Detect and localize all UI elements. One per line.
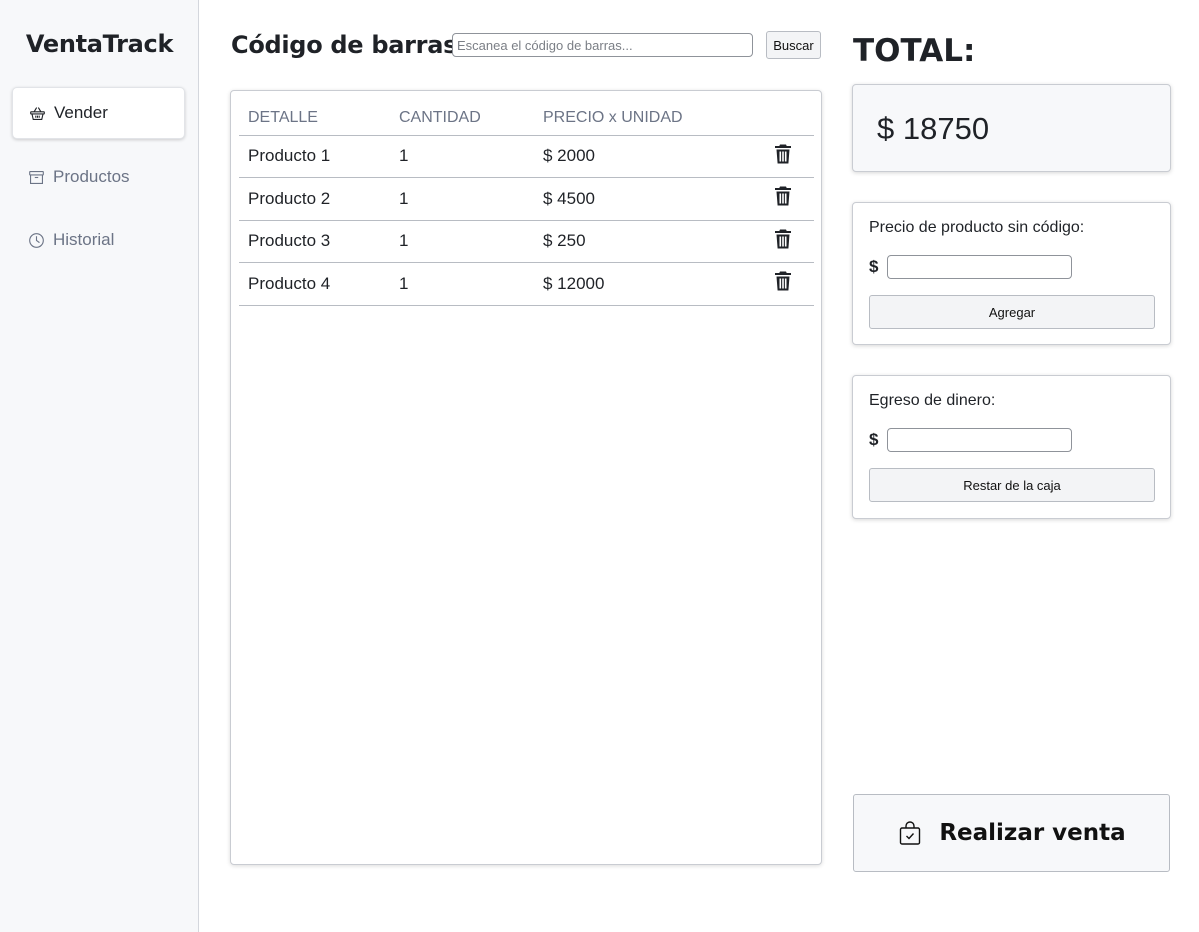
cell-actions [752, 135, 814, 178]
cell-cantidad: 1 [390, 177, 534, 221]
column-header-detalle: DETALLE [239, 101, 390, 136]
trash-icon[interactable] [773, 228, 793, 250]
cell-precio: $ 2000 [534, 135, 752, 178]
table-row: Producto 2 1 $ 4500 [239, 177, 814, 221]
table-row: Producto 3 1 $ 250 [239, 220, 814, 263]
currency-symbol: $ [869, 430, 879, 449]
shopping-bag-check-icon [897, 820, 923, 846]
no-barcode-price-label: Precio de producto sin código: [869, 219, 1085, 236]
cell-precio: $ 250 [534, 220, 752, 263]
search-button[interactable]: Buscar [766, 31, 821, 59]
basket-icon [29, 105, 46, 122]
cell-actions [752, 262, 814, 306]
cell-detalle: Producto 4 [239, 262, 390, 306]
sidebar-item-label: Vender [54, 103, 108, 122]
currency-symbol: $ [869, 257, 879, 276]
trash-icon[interactable] [773, 270, 793, 292]
cell-detalle: Producto 3 [239, 220, 390, 263]
sidebar: VentaTrack Vender Productos Historial [0, 0, 199, 932]
cell-detalle: Producto 2 [239, 177, 390, 221]
cash-withdrawal-label: Egreso de dinero: [869, 392, 996, 409]
trash-icon[interactable] [773, 185, 793, 207]
table-header-row: DETALLE CANTIDAD PRECIO x UNIDAD [239, 101, 814, 136]
table-row: Producto 4 1 $ 12000 [239, 262, 814, 306]
cell-actions [752, 220, 814, 263]
complete-sale-label: Realizar venta [939, 820, 1126, 846]
archive-icon [28, 169, 45, 186]
add-button[interactable]: Agregar [869, 295, 1155, 329]
cash-withdrawal-input[interactable] [887, 428, 1072, 452]
cell-actions [752, 177, 814, 221]
column-header-cantidad: CANTIDAD [390, 101, 534, 136]
sidebar-item-label: Productos [53, 167, 130, 186]
cell-detalle: Producto 1 [239, 135, 390, 178]
column-header-actions [752, 101, 814, 136]
barcode-input[interactable] [452, 33, 753, 57]
subtract-from-register-button[interactable]: Restar de la caja [869, 468, 1155, 502]
no-barcode-price-input[interactable] [887, 255, 1072, 279]
sidebar-item-label: Historial [53, 230, 115, 249]
complete-sale-button[interactable]: Realizar venta [853, 794, 1170, 872]
sidebar-item-historial[interactable]: Historial [12, 214, 185, 266]
cell-precio: $ 4500 [534, 177, 752, 221]
sale-items-table: DETALLE CANTIDAD PRECIO x UNIDAD Product… [239, 101, 814, 306]
cell-cantidad: 1 [390, 262, 534, 306]
total-value: $ 18750 [877, 111, 990, 146]
total-card: $ 18750 [852, 84, 1171, 172]
total-title: TOTAL: [853, 33, 976, 69]
app-brand: VentaTrack [25, 30, 174, 58]
cell-cantidad: 1 [390, 135, 534, 178]
trash-icon[interactable] [773, 143, 793, 165]
cell-precio: $ 12000 [534, 262, 752, 306]
sidebar-item-vender[interactable]: Vender [12, 87, 185, 139]
barcode-label: Código de barras: [231, 31, 467, 59]
cash-withdrawal-card: Egreso de dinero: $ Restar de la caja [852, 375, 1171, 519]
column-header-precio: PRECIO x UNIDAD [534, 101, 752, 136]
clock-icon [28, 232, 45, 249]
no-barcode-price-card: Precio de producto sin código: $ Agregar [852, 202, 1171, 345]
cell-cantidad: 1 [390, 220, 534, 263]
table-row: Producto 1 1 $ 2000 [239, 135, 814, 178]
sale-items-panel: DETALLE CANTIDAD PRECIO x UNIDAD Product… [230, 90, 822, 865]
sidebar-item-productos[interactable]: Productos [12, 151, 185, 203]
